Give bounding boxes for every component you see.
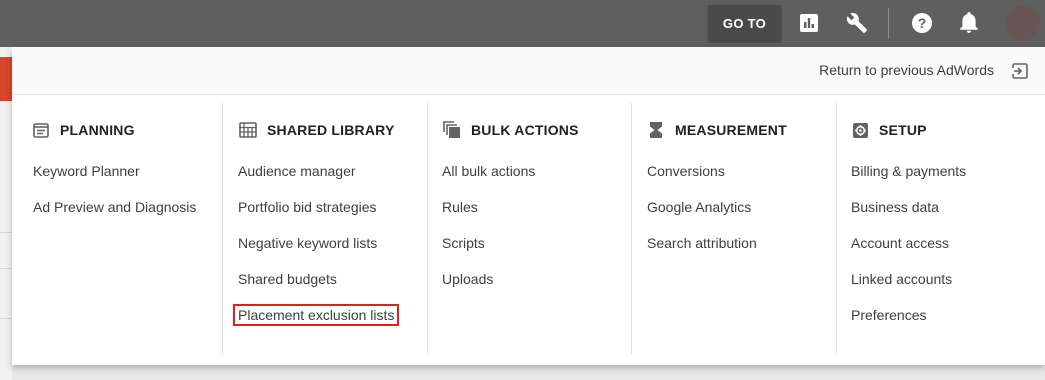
toolbar-divider xyxy=(888,8,889,39)
menu-item-rules[interactable]: Rules xyxy=(442,199,478,215)
tools-icon[interactable] xyxy=(845,11,869,35)
background-accent xyxy=(0,57,12,101)
shared-library-icon xyxy=(239,121,257,139)
menu-item-shared-budgets[interactable]: Shared budgets xyxy=(238,271,337,287)
menu-item-preferences[interactable]: Preferences xyxy=(851,307,926,323)
shared-library-heading: SHARED LIBRARY xyxy=(239,121,395,139)
planning-heading-label: PLANNING xyxy=(60,122,135,138)
settings-icon xyxy=(851,121,869,139)
menu-item-all-bulk-actions[interactable]: All bulk actions xyxy=(442,163,535,179)
menu-item-ad-preview-and-diagnosis[interactable]: Ad Preview and Diagnosis xyxy=(33,199,196,215)
bulk-actions-heading-label: BULK ACTIONS xyxy=(471,122,579,138)
reports-icon[interactable] xyxy=(797,11,821,35)
setup-heading: SETUP xyxy=(851,121,927,139)
top-bar: GO TO ? xyxy=(0,0,1045,47)
menu-item-billing-and-payments[interactable]: Billing & payments xyxy=(851,163,966,179)
measurement-heading-label: MEASUREMENT xyxy=(675,122,787,138)
hourglass-icon xyxy=(647,121,665,139)
shared-library-heading-label: SHARED LIBRARY xyxy=(267,122,395,138)
menu-item-keyword-planner[interactable]: Keyword Planner xyxy=(33,163,140,179)
menu-item-uploads[interactable]: Uploads xyxy=(442,271,493,287)
bulk-actions-icon xyxy=(443,121,461,139)
planning-heading: PLANNING xyxy=(32,121,135,139)
measurement-column: MEASUREMENT Conversions Google Analytics… xyxy=(631,103,836,355)
notifications-icon[interactable] xyxy=(957,11,981,35)
planning-column: PLANNING Keyword Planner Ad Preview and … xyxy=(12,103,217,355)
menu-item-account-access[interactable]: Account access xyxy=(851,235,949,251)
setup-column: SETUP Billing & payments Business data A… xyxy=(836,103,1041,355)
svg-text:?: ? xyxy=(918,15,927,31)
background-divider xyxy=(0,232,12,233)
exit-icon[interactable] xyxy=(1011,62,1029,80)
background-divider xyxy=(0,268,12,269)
go-to-button[interactable]: GO TO xyxy=(708,5,781,41)
background-divider xyxy=(0,318,12,319)
menu-item-placement-exclusion-lists[interactable]: Placement exclusion lists xyxy=(232,304,400,326)
return-row: Return to previous AdWords xyxy=(12,47,1045,95)
setup-heading-label: SETUP xyxy=(879,122,927,138)
menu-item-search-attribution[interactable]: Search attribution xyxy=(647,235,757,251)
help-icon[interactable]: ? xyxy=(910,11,934,35)
planning-icon xyxy=(32,121,50,139)
go-to-menu-panel: Return to previous AdWords PLANNING Keyw… xyxy=(12,47,1045,365)
menu-item-negative-keyword-lists[interactable]: Negative keyword lists xyxy=(238,235,377,251)
menu-item-scripts[interactable]: Scripts xyxy=(442,235,485,251)
bulk-actions-heading: BULK ACTIONS xyxy=(443,121,579,139)
menu-item-linked-accounts[interactable]: Linked accounts xyxy=(851,271,952,287)
account-avatar[interactable] xyxy=(1006,6,1040,40)
shared-library-column: SHARED LIBRARY Audience manager Portfoli… xyxy=(222,103,427,355)
menu-item-conversions[interactable]: Conversions xyxy=(647,163,725,179)
menu-item-google-analytics[interactable]: Google Analytics xyxy=(647,199,751,215)
menu-item-business-data[interactable]: Business data xyxy=(851,199,939,215)
bulk-actions-column: BULK ACTIONS All bulk actions Rules Scri… xyxy=(427,103,632,355)
return-to-previous-adwords-link[interactable]: Return to previous AdWords xyxy=(819,62,994,78)
menu-item-audience-manager[interactable]: Audience manager xyxy=(238,163,356,179)
measurement-heading: MEASUREMENT xyxy=(647,121,787,139)
menu-item-portfolio-bid-strategies[interactable]: Portfolio bid strategies xyxy=(238,199,377,215)
